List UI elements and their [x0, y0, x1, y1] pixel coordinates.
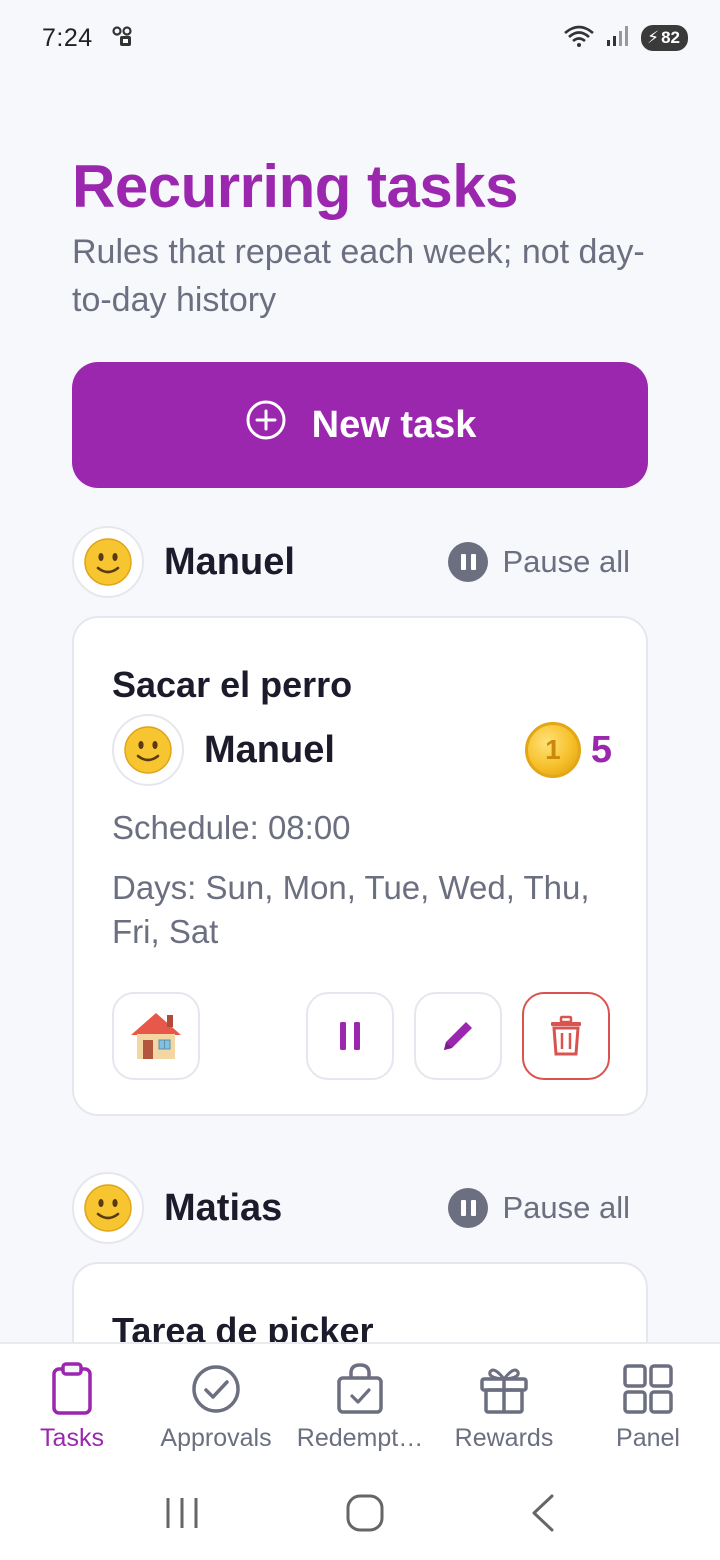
home-button[interactable] — [345, 1493, 385, 1538]
assignee-row: Manuel 1 5 — [112, 714, 612, 786]
nav-label: Redempt… — [296, 1424, 424, 1452]
pencil-icon — [444, 1022, 472, 1050]
group-header-manuel: Manuel Pause all — [72, 526, 648, 598]
clipboard-icon — [52, 1362, 92, 1415]
task-card[interactable]: Sacar el perro Manuel 1 5 Schedule: 08:0… — [72, 616, 648, 1116]
nav-item-rewards[interactable]: Rewards — [432, 1344, 576, 1470]
house-icon — [131, 1013, 181, 1059]
charging-icon: ⚡ — [647, 28, 660, 47]
nav-item-redemptions[interactable]: Redempt… — [288, 1344, 432, 1470]
pause-all-label: Pause all — [502, 544, 630, 579]
avatar — [112, 714, 184, 786]
recent-apps-icon — [166, 1497, 198, 1528]
assignee-name: Manuel — [204, 728, 335, 771]
check-circle-icon — [192, 1365, 240, 1413]
back-icon — [532, 1494, 554, 1531]
recent-apps-button[interactable] — [162, 1495, 202, 1536]
card-actions — [112, 992, 612, 1082]
nav-label: Rewards — [454, 1424, 554, 1452]
pause-icon — [448, 542, 489, 582]
pause-all-button[interactable]: Pause all — [448, 1188, 630, 1228]
task-schedule: Schedule: 08:00 — [112, 809, 351, 846]
task-days: Days: Sun, Mon, Tue, Wed, Thu, Fri, Sat — [112, 869, 590, 950]
wifi-icon — [563, 24, 595, 53]
page-title: Recurring tasks — [72, 153, 519, 220]
page-subtitle: Rules that repeat each week; not day-to-… — [72, 233, 645, 319]
pause-all-button[interactable]: Pause all — [448, 542, 630, 582]
coin-icon: 1 — [524, 722, 581, 778]
new-task-label: New task — [311, 403, 477, 446]
signal-icon — [605, 24, 631, 53]
home-icon — [346, 1494, 384, 1531]
status-time: 7:24 — [42, 23, 93, 52]
nav-item-tasks[interactable]: Tasks — [0, 1344, 144, 1470]
points-value: 5 — [590, 728, 612, 771]
group-name: Manuel — [164, 540, 295, 583]
back-button[interactable] — [528, 1493, 558, 1538]
smiley-face-icon — [84, 538, 132, 586]
pause-icon — [340, 1022, 360, 1050]
pause-icon — [448, 1188, 489, 1228]
grid-icon — [623, 1364, 673, 1414]
new-task-button[interactable]: New task — [72, 362, 648, 488]
bottom-nav: Tasks Approvals Redempt… Rewards Panel — [0, 1342, 720, 1470]
edit-task-button[interactable] — [414, 992, 502, 1080]
points-badge: 1 5 — [524, 722, 612, 778]
nav-item-panel[interactable]: Panel — [576, 1344, 720, 1470]
nav-label: Tasks — [40, 1424, 104, 1452]
nav-item-approvals[interactable]: Approvals — [144, 1344, 288, 1470]
avatar — [72, 1172, 144, 1244]
nav-label: Panel — [616, 1424, 680, 1452]
gift-icon — [480, 1368, 528, 1414]
voicemail-icon — [111, 24, 135, 53]
avatar — [72, 526, 144, 598]
group-header-matias: Matias Pause all — [72, 1172, 648, 1244]
task-title: Sacar el perro — [112, 664, 353, 705]
smiley-face-icon — [84, 1184, 132, 1232]
battery-indicator: ⚡ 82 — [641, 25, 688, 51]
pause-task-button[interactable] — [306, 992, 394, 1080]
delete-task-button[interactable] — [522, 992, 610, 1080]
pause-all-label: Pause all — [502, 1190, 630, 1225]
status-bar: 7:24 ⚡ 82 — [0, 0, 720, 76]
category-house-button[interactable] — [112, 992, 200, 1080]
plus-circle-icon — [244, 398, 288, 452]
smiley-face-icon — [124, 726, 172, 774]
nav-label: Approvals — [160, 1424, 272, 1452]
trash-icon — [551, 1015, 581, 1056]
group-name: Matias — [164, 1186, 283, 1229]
bag-check-icon — [337, 1363, 383, 1414]
system-nav-bar — [0, 1470, 720, 1560]
